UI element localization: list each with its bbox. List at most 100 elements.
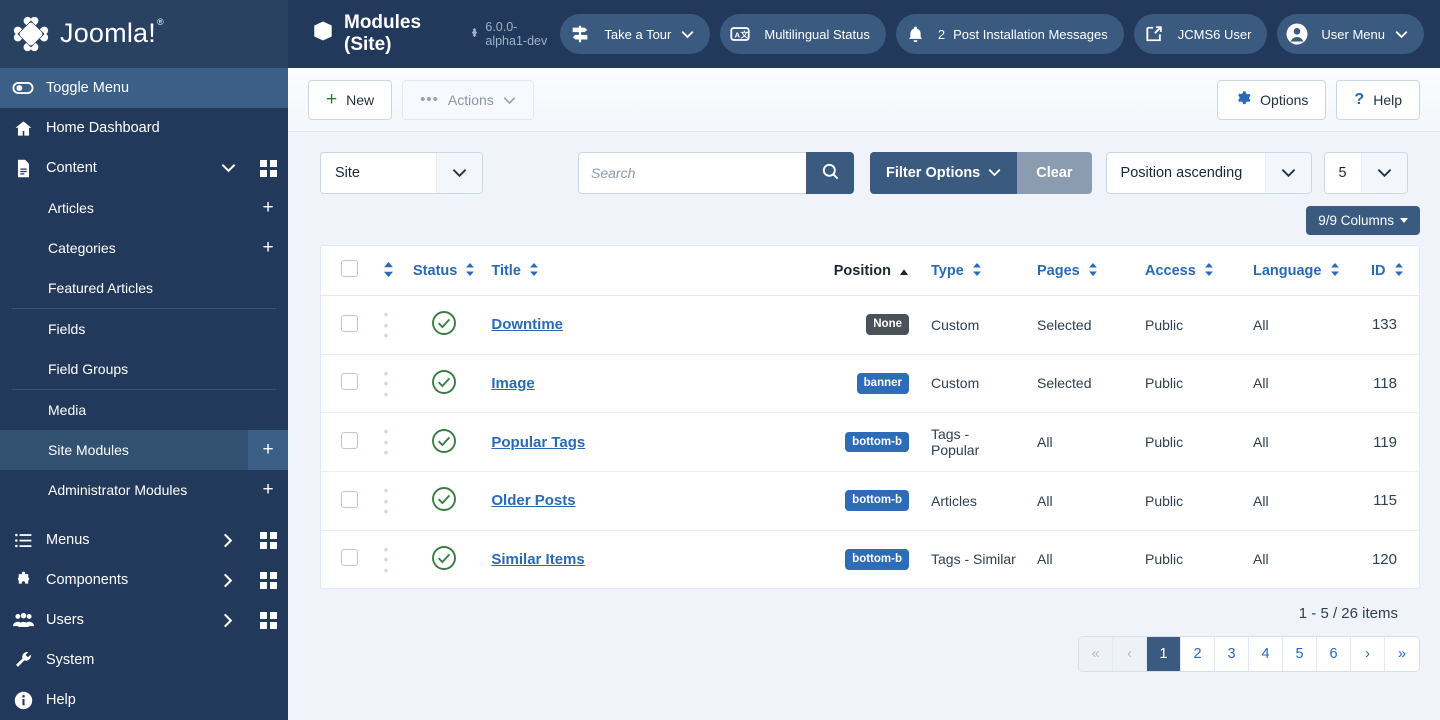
id-header[interactable]: ID xyxy=(1363,246,1419,296)
language-header[interactable]: Language xyxy=(1245,246,1363,296)
status-published-icon[interactable] xyxy=(431,486,457,515)
status-published-icon[interactable] xyxy=(431,545,457,574)
row-select-cell xyxy=(321,412,367,472)
pagination-first-button: « xyxy=(1079,637,1113,671)
sidebar-item-articles[interactable]: Articles + xyxy=(0,188,288,228)
sidebar-item-help[interactable]: Help xyxy=(0,680,288,720)
sidebar-item-fields[interactable]: Fields xyxy=(0,309,288,349)
row-checkbox[interactable] xyxy=(341,490,358,508)
access-header[interactable]: Access xyxy=(1137,246,1245,296)
post-installation-messages-button[interactable]: 2 Post Installation Messages xyxy=(895,14,1124,54)
module-title-link[interactable]: Older Posts xyxy=(491,492,575,509)
type-header[interactable]: Type xyxy=(923,246,1029,296)
module-title-link[interactable]: Downtime xyxy=(491,316,563,333)
row-drag-handle[interactable]: • • • xyxy=(367,354,405,413)
row-pages-cell: Selected xyxy=(1029,354,1137,413)
table-row: • • • Older Posts bottom-b Articles All Public A… xyxy=(321,471,1419,531)
position-header[interactable]: Position xyxy=(811,246,923,296)
sidebar-item-field-groups[interactable]: Field Groups xyxy=(0,349,288,389)
multilingual-status-button[interactable]: A文 Multilingual Status xyxy=(720,14,886,54)
row-checkbox[interactable] xyxy=(341,432,358,449)
chevron-down-icon[interactable] xyxy=(208,163,248,173)
search-button[interactable] xyxy=(806,152,854,194)
ordering-select[interactable]: Position ascending xyxy=(1105,152,1312,194)
sidebar-item-users[interactable]: Users xyxy=(0,600,288,640)
pages-header[interactable]: Pages xyxy=(1029,246,1137,296)
title-header[interactable]: Title xyxy=(483,246,811,296)
help-button[interactable]: ? Help xyxy=(1336,79,1420,120)
pagination-page-2[interactable]: 2 xyxy=(1181,637,1215,671)
brand-logo-area[interactable]: Joomla!® xyxy=(0,0,288,68)
pagination-page-1[interactable]: 1 xyxy=(1147,637,1181,671)
add-admin-module-plus-icon[interactable]: + xyxy=(248,470,288,510)
row-checkbox[interactable] xyxy=(341,549,358,567)
add-category-plus-icon[interactable]: + xyxy=(248,228,288,268)
components-dashboard-grid-icon[interactable] xyxy=(248,571,288,589)
row-id-cell: 133 xyxy=(1363,295,1419,355)
sidebar-item-menus[interactable]: Menus xyxy=(0,520,288,560)
new-button[interactable]: + New xyxy=(308,79,393,120)
sidebar-item-label: Content xyxy=(46,160,97,176)
options-button[interactable]: Options xyxy=(1217,79,1327,120)
type-header-label: Type xyxy=(931,263,964,279)
row-checkbox[interactable] xyxy=(341,373,358,391)
status-published-icon[interactable] xyxy=(431,369,457,398)
site-user-label: JCMS6 User xyxy=(1177,26,1252,42)
filter-options-button[interactable]: Filter Options xyxy=(870,152,1018,194)
sidebar-item-components[interactable]: Components xyxy=(0,560,288,600)
sidebar-item-featured-articles[interactable]: Featured Articles xyxy=(0,268,288,308)
add-article-plus-icon[interactable]: + xyxy=(248,188,288,228)
status-published-icon[interactable] xyxy=(431,310,457,339)
site-preview-button[interactable]: JCMS6 User xyxy=(1133,14,1268,54)
table-body: • • • Downtime None Custom Selected Public All 13… xyxy=(321,295,1419,589)
row-drag-handle[interactable]: • • • xyxy=(367,471,405,531)
content-dashboard-grid-icon[interactable] xyxy=(248,159,288,177)
user-menu-button[interactable]: User Menu xyxy=(1277,14,1424,54)
chevron-right-icon[interactable] xyxy=(208,533,248,548)
clear-filters-button[interactable]: Clear xyxy=(1017,152,1092,194)
row-drag-handle[interactable]: • • • xyxy=(367,412,405,472)
sidebar-item-content[interactable]: Content xyxy=(0,148,288,188)
pagination-next-button[interactable]: › xyxy=(1351,637,1385,671)
columns-toggle-button[interactable]: 9/9 Columns xyxy=(1306,206,1420,235)
pagination-page-3[interactable]: 3 xyxy=(1215,637,1249,671)
ordering-header[interactable] xyxy=(367,246,405,296)
add-site-module-plus-icon[interactable]: + xyxy=(248,430,288,470)
module-title-link[interactable]: Similar Items xyxy=(491,551,584,568)
sidebar-subitem-label: Administrator Modules xyxy=(48,482,188,498)
row-drag-handle[interactable]: • • • xyxy=(367,295,405,355)
pagination-last-button[interactable]: » xyxy=(1385,637,1419,671)
sidebar-item-home-dashboard[interactable]: Home Dashboard xyxy=(0,108,288,148)
sidebar-item-site-modules[interactable]: Site Modules + xyxy=(0,430,288,470)
list-limit-select[interactable]: 5 xyxy=(1323,152,1408,194)
module-title-link[interactable]: Popular Tags xyxy=(491,434,585,451)
sidebar-item-media[interactable]: Media xyxy=(0,390,288,430)
take-a-tour-button[interactable]: Take a Tour xyxy=(560,14,711,54)
menus-dashboard-grid-icon[interactable] xyxy=(248,531,288,549)
chevron-down-icon xyxy=(681,27,694,42)
pagination-page-5[interactable]: 5 xyxy=(1283,637,1317,671)
pagination-page-6[interactable]: 6 xyxy=(1317,637,1351,671)
sidebar-item-administrator-modules[interactable]: Administrator Modules + xyxy=(0,470,288,510)
sidebar-toggle-menu[interactable]: Toggle Menu xyxy=(0,68,288,108)
search-input[interactable] xyxy=(578,152,806,194)
row-drag-handle[interactable]: • • • xyxy=(367,530,405,588)
chevron-right-icon[interactable] xyxy=(208,613,248,628)
row-checkbox[interactable] xyxy=(341,314,358,332)
module-title-link[interactable]: Image xyxy=(491,375,534,392)
actions-dropdown-button[interactable]: ••• Actions xyxy=(402,79,534,120)
row-status-cell xyxy=(405,530,483,588)
position-badge: bottom-b xyxy=(845,490,909,512)
sidebar-item-system[interactable]: System xyxy=(0,640,288,680)
content-area: Site Filter Options xyxy=(288,132,1440,720)
chevron-right-icon[interactable] xyxy=(208,573,248,588)
pagination-page-4[interactable]: 4 xyxy=(1249,637,1283,671)
row-id-cell: 118 xyxy=(1363,354,1419,413)
status-header[interactable]: Status xyxy=(405,246,484,296)
client-select[interactable]: Site xyxy=(320,152,483,194)
select-all-checkbox[interactable] xyxy=(341,260,358,277)
row-position-cell: bottom-b xyxy=(811,530,923,588)
users-dashboard-grid-icon[interactable] xyxy=(248,611,288,629)
status-published-icon[interactable] xyxy=(431,428,457,457)
sidebar-item-categories[interactable]: Categories + xyxy=(0,228,288,268)
